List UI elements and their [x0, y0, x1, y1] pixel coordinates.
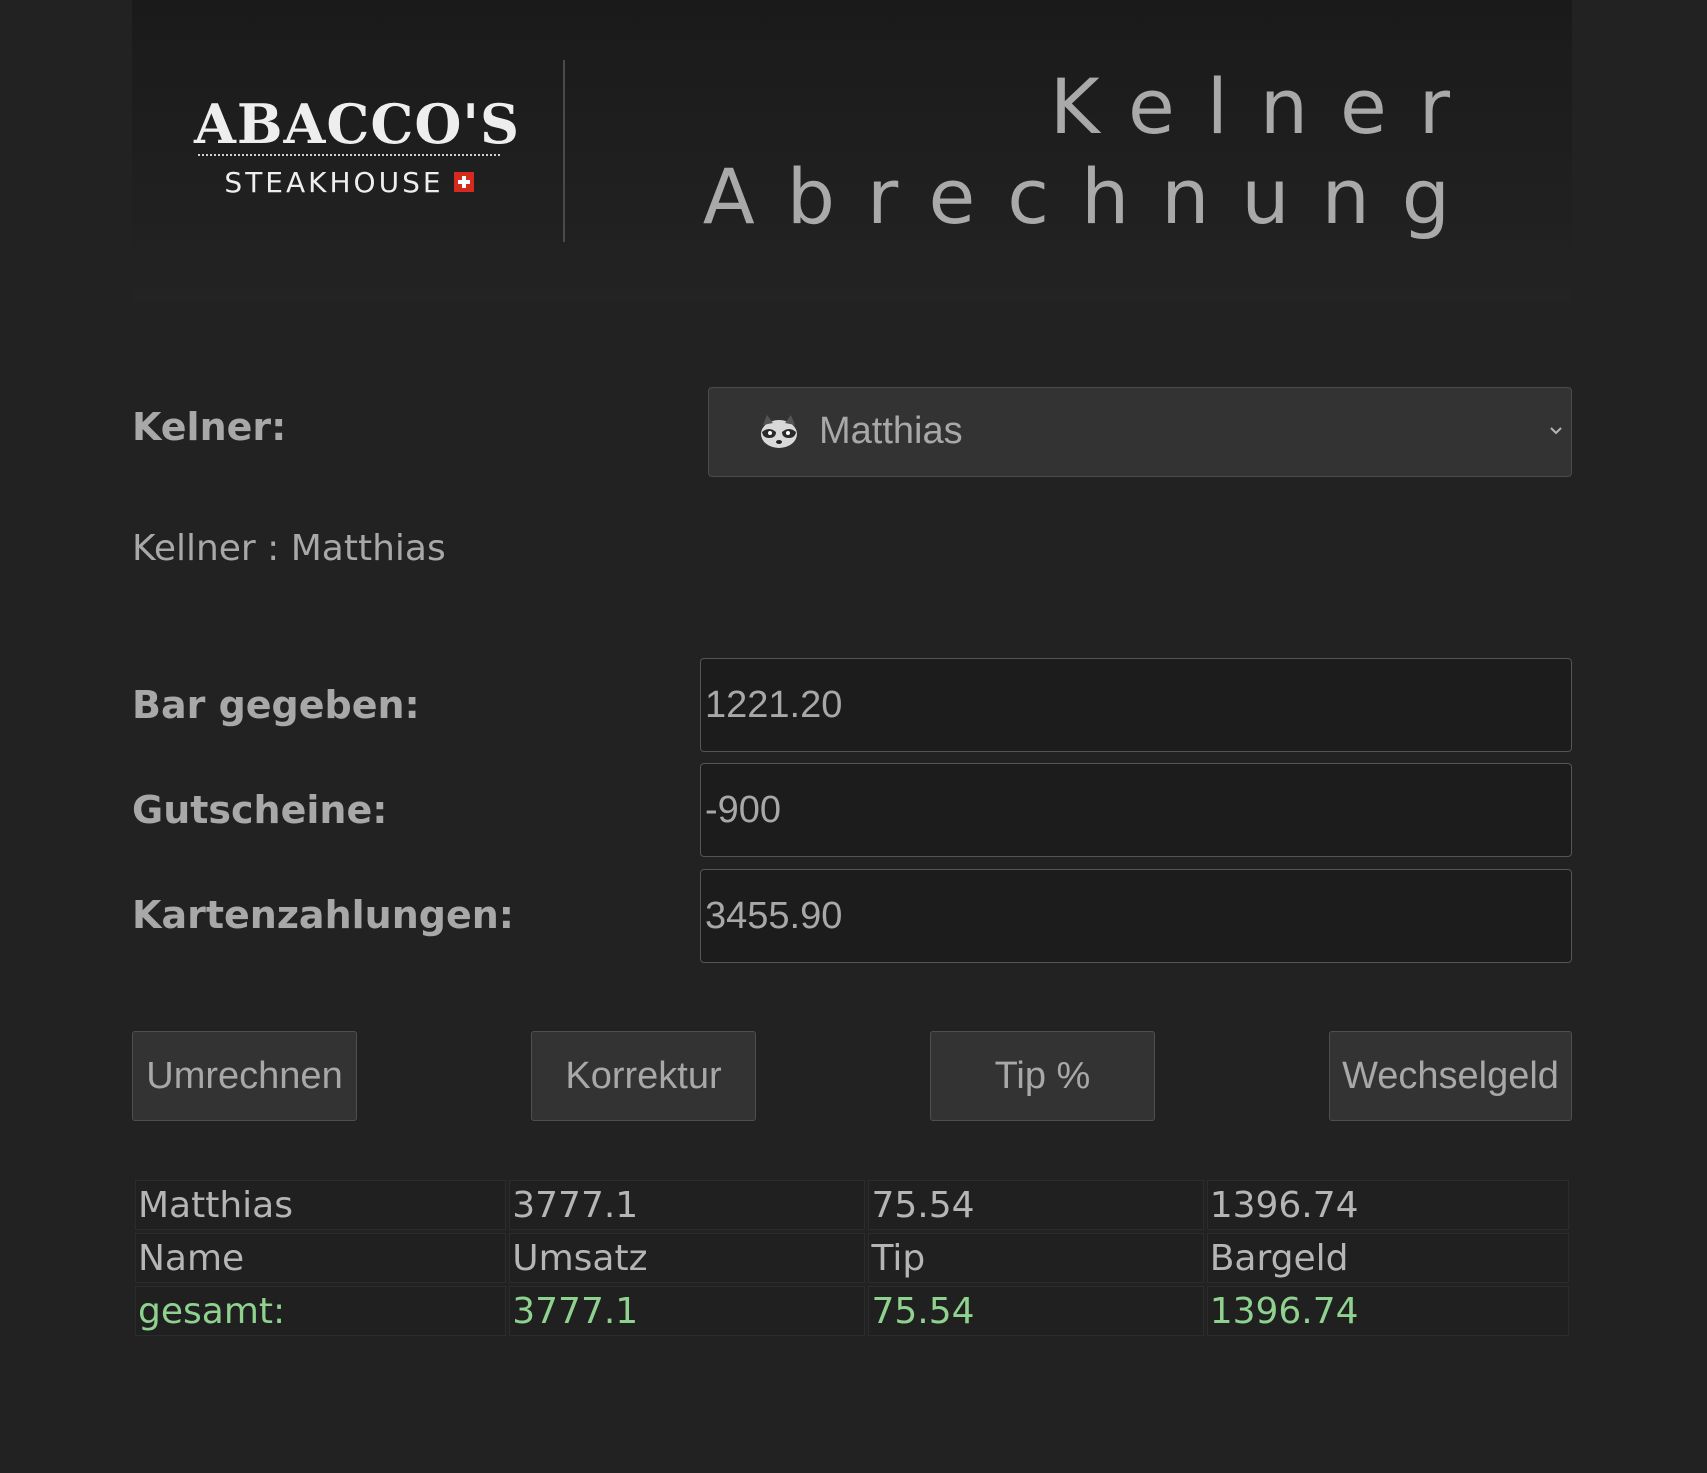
tip-percent-button[interactable]: Tip % — [930, 1031, 1155, 1121]
waiter-select-label: Kelner: — [132, 405, 287, 449]
waiter-info-text: Kellner : Matthias — [132, 528, 446, 569]
title-line-2: Abrechnung — [702, 152, 1482, 241]
title-line-1: Kelner — [1049, 62, 1482, 151]
header-banner: ABACCO'S STEAKHOUSE Kelner Abrechnung — [132, 0, 1572, 302]
vouchers-input[interactable] — [700, 763, 1572, 857]
page-title: Kelner Abrechnung — [703, 62, 1482, 242]
total-cash: 1396.74 — [1206, 1286, 1569, 1336]
waiter-select[interactable]: Matthias — [708, 387, 1572, 477]
correction-button[interactable]: Korrektur — [531, 1031, 756, 1121]
logo-sub-label: STEAKHOUSE — [224, 166, 444, 199]
column-header-name: Name — [135, 1233, 507, 1283]
waiter-select-value: Matthias — [819, 410, 963, 452]
bar-given-label: Bar gegeben: — [132, 683, 420, 727]
column-header-revenue: Umsatz — [509, 1233, 866, 1283]
bar-given-input[interactable] — [700, 658, 1572, 752]
table-total-row: gesamt: 3777.1 75.54 1396.74 — [135, 1286, 1569, 1336]
raccoon-icon — [761, 415, 797, 448]
table-cell-name: Matthias — [135, 1180, 507, 1230]
table-cell-cash: 1396.74 — [1206, 1180, 1569, 1230]
abaccos-logo: ABACCO'S STEAKHOUSE — [194, 92, 520, 199]
table-header-row: Name Umsatz Tip Bargeld — [135, 1233, 1569, 1283]
table-cell-tip: 75.54 — [868, 1180, 1204, 1230]
chevron-down-icon — [1550, 427, 1562, 435]
card-payments-input[interactable] — [700, 869, 1572, 963]
card-payments-label: Kartenzahlungen: — [132, 893, 514, 937]
total-revenue: 3777.1 — [509, 1286, 866, 1336]
header-divider — [563, 60, 565, 242]
table-row: Matthias 3777.1 75.54 1396.74 — [135, 1180, 1569, 1230]
table-cell-revenue: 3777.1 — [509, 1180, 866, 1230]
column-header-cash: Bargeld — [1206, 1233, 1569, 1283]
convert-button[interactable]: Umrechnen — [132, 1031, 357, 1121]
total-label: gesamt: — [135, 1286, 507, 1336]
logo-main-text: ABACCO'S — [194, 92, 520, 156]
column-header-tip: Tip — [868, 1233, 1204, 1283]
total-tip: 75.54 — [868, 1286, 1204, 1336]
logo-sub-text: STEAKHOUSE — [194, 167, 504, 199]
change-money-button[interactable]: Wechselgeld — [1329, 1031, 1572, 1121]
swiss-flag-icon — [453, 172, 474, 192]
vouchers-label: Gutscheine: — [132, 788, 388, 832]
results-table: Matthias 3777.1 75.54 1396.74 Name Umsat… — [132, 1177, 1572, 1339]
